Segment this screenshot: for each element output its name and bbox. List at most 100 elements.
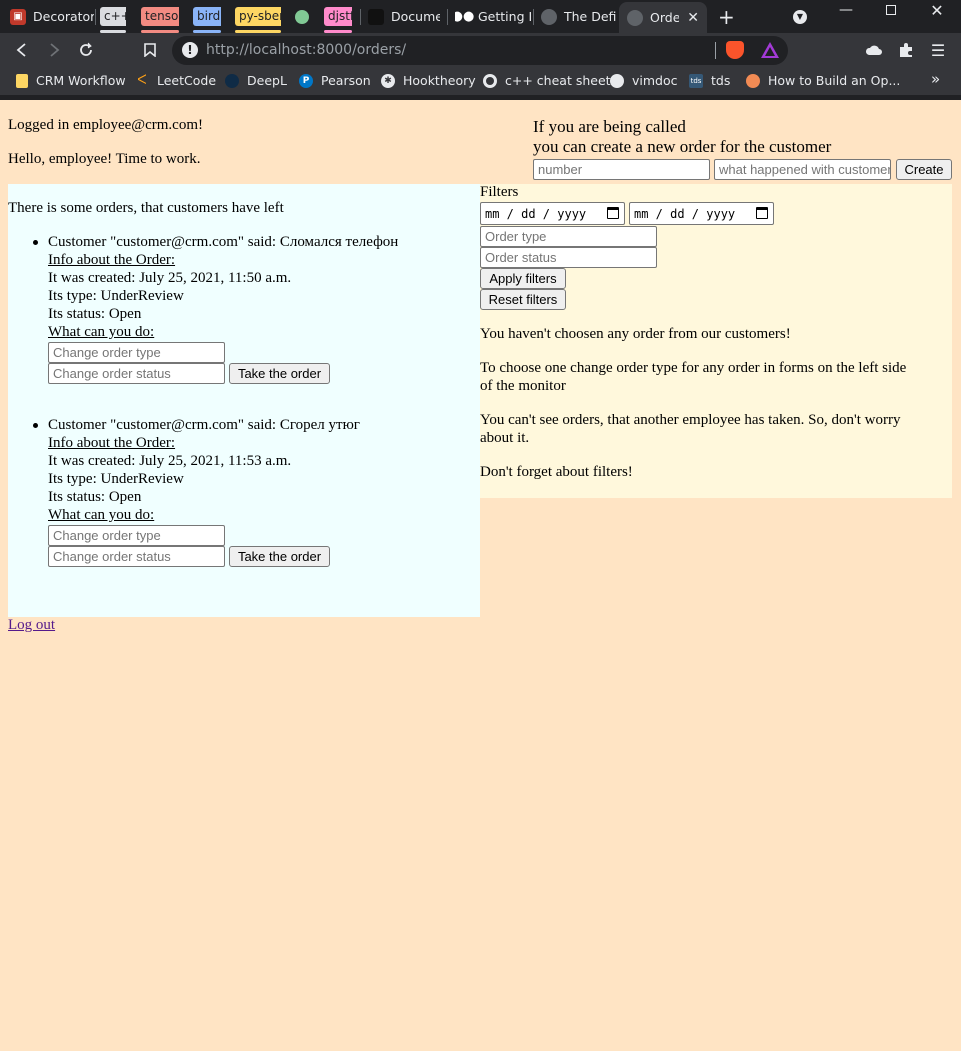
change-order-type-input[interactable]: Change order type bbox=[48, 342, 225, 363]
tab-group-bird[interactable]: bird bbox=[193, 0, 221, 33]
order-type-filter-input[interactable]: Order type bbox=[480, 226, 657, 247]
tab-label: The Defin bbox=[564, 9, 617, 24]
tab-group-cpp[interactable]: c++ bbox=[100, 0, 126, 33]
reload-button[interactable] bbox=[74, 38, 98, 62]
tab-search-button[interactable]: ▼ bbox=[793, 0, 809, 33]
take-order-button[interactable]: Take the order bbox=[229, 546, 330, 567]
tab-decorator[interactable]: ▣ Decorator bbox=[10, 0, 94, 33]
globe-icon bbox=[627, 9, 643, 26]
order-status: Its status: Open bbox=[48, 306, 142, 322]
tab-documentation[interactable]: Documen bbox=[368, 0, 440, 33]
tab-group-tensor[interactable]: tensor bbox=[141, 0, 179, 33]
create-order-button[interactable]: Create bbox=[896, 159, 952, 180]
leetcode-icon: ᐸ bbox=[137, 73, 147, 88]
tab-group-label: bird bbox=[193, 7, 221, 26]
tab-group-djstf[interactable]: djstf bbox=[324, 0, 352, 33]
tab-order-active[interactable]: Order ✕ bbox=[619, 2, 707, 33]
bookmark-cpp-cheat-sheet[interactable]: c++ cheat sheet bbox=[483, 73, 611, 88]
tab-the-defin[interactable]: The Defin bbox=[541, 0, 617, 33]
tab-getting-in[interactable]: ●● Getting In bbox=[455, 0, 531, 33]
tab-group-label: djstf bbox=[324, 7, 352, 26]
calendar-icon[interactable] bbox=[756, 207, 768, 219]
logged-in-text: Logged in employee@crm.com! bbox=[8, 117, 203, 133]
info-taken-line2: about it. bbox=[480, 430, 530, 446]
info-taken-line1: You can't see orders, that another emplo… bbox=[480, 412, 901, 428]
tab-group-label: c++ bbox=[100, 7, 126, 26]
order-description-input[interactable]: what happened with customer bbox=[714, 159, 891, 180]
change-order-status-input[interactable]: Change order status bbox=[48, 363, 225, 384]
back-button[interactable] bbox=[10, 38, 34, 62]
app-icon: ▣ bbox=[10, 8, 26, 25]
calendar-icon[interactable] bbox=[607, 207, 619, 219]
tab-group-green[interactable] bbox=[295, 0, 311, 33]
new-tab-button[interactable]: + bbox=[718, 0, 738, 33]
maximize-icon bbox=[886, 5, 896, 15]
pearson-icon: P bbox=[299, 73, 313, 88]
customer-number-input[interactable]: number bbox=[533, 159, 710, 180]
bullet bbox=[33, 423, 38, 428]
order-type: Its type: UnderReview bbox=[48, 471, 184, 487]
deepl-icon bbox=[225, 73, 239, 88]
reset-filters-button[interactable]: Reset filters bbox=[480, 289, 566, 310]
brave-rewards-icon[interactable] bbox=[760, 41, 780, 59]
bookmark-pearson[interactable]: P Pearson bbox=[299, 73, 371, 88]
more-bookmarks-button[interactable]: » bbox=[931, 70, 940, 88]
bookmark-tds[interactable]: tds tds bbox=[689, 73, 730, 88]
info-no-order: You haven't choosen any order from our c… bbox=[480, 326, 791, 342]
url-host: http://localhost bbox=[206, 42, 312, 58]
order-status-filter-input[interactable]: Order status bbox=[480, 247, 657, 268]
order-created: It was created: July 25, 2021, 11:50 a.m… bbox=[48, 270, 292, 286]
change-order-status-input[interactable]: Change order status bbox=[48, 546, 225, 567]
bookmark-hooktheory[interactable]: ✱ Hooktheory bbox=[381, 73, 476, 88]
close-tab-icon[interactable]: ✕ bbox=[687, 10, 699, 26]
brave-shield-icon[interactable] bbox=[726, 41, 744, 59]
apply-filters-button[interactable]: Apply filters bbox=[480, 268, 566, 289]
date-from-input[interactable]: mm / dd / yyyy bbox=[480, 202, 625, 225]
bookmark-vimdoc[interactable]: vimdoc bbox=[610, 73, 678, 88]
bookmark-label: LeetCode bbox=[157, 73, 217, 88]
back-arrow-icon bbox=[16, 43, 26, 57]
extensions-button[interactable] bbox=[894, 38, 918, 62]
maximize-button[interactable] bbox=[876, 0, 906, 20]
tab-separator bbox=[447, 9, 448, 25]
bookmark-label: How to Build an Op... bbox=[768, 73, 901, 88]
divider bbox=[715, 42, 716, 59]
date-to-input[interactable]: mm / dd / yyyy bbox=[629, 202, 774, 225]
github-icon bbox=[483, 73, 497, 88]
peach-icon bbox=[746, 73, 760, 88]
globe-icon bbox=[610, 73, 624, 88]
bookmark-icon bbox=[144, 43, 156, 57]
tab-separator bbox=[95, 9, 96, 25]
close-window-button[interactable]: ✕ bbox=[922, 0, 952, 20]
forward-button[interactable] bbox=[42, 38, 66, 62]
bookmark-label: c++ cheat sheet bbox=[505, 73, 611, 88]
tab-strip: ▣ Decorator c++ tensor bird py-sber djst… bbox=[0, 0, 961, 33]
bookmark-deepl[interactable]: DeepL bbox=[225, 73, 287, 88]
date-to-text: mm / dd / yyyy bbox=[634, 207, 736, 221]
menu-button[interactable]: ☰ bbox=[926, 38, 950, 62]
tab-group-label: tensor bbox=[141, 7, 179, 26]
hamburger-icon: ☰ bbox=[930, 40, 946, 60]
filters-title: Filters bbox=[480, 184, 519, 200]
filters-panel: Filters mm / dd / yyyy mm / dd / yyyy Or… bbox=[480, 184, 952, 498]
tab-group-dot-icon bbox=[295, 9, 309, 24]
change-order-type-input[interactable]: Change order type bbox=[48, 525, 225, 546]
order-said: Customer "customer@crm.com" said: Сломал… bbox=[48, 234, 399, 250]
cloud-extension-button[interactable] bbox=[862, 38, 886, 62]
bookmark-how-to-build[interactable]: How to Build an Op... bbox=[746, 73, 900, 88]
puzzle-icon bbox=[900, 43, 912, 57]
take-order-button[interactable]: Take the order bbox=[229, 363, 330, 384]
tab-group-py-sber[interactable]: py-sber bbox=[235, 0, 281, 33]
info-icon[interactable]: ! bbox=[182, 42, 198, 58]
bookmark-label: vimdoc bbox=[632, 73, 678, 88]
order-info-label: Info about the Order: bbox=[48, 435, 176, 451]
address-bar[interactable]: ! http://localhost:8000/orders/ bbox=[172, 36, 788, 65]
bookmark-button[interactable] bbox=[138, 38, 162, 62]
info-filters-reminder: Don't forget about filters! bbox=[480, 464, 633, 480]
minimize-button[interactable]: — bbox=[831, 0, 861, 20]
bookmark-leetcode[interactable]: ᐸ LeetCode bbox=[135, 73, 216, 88]
bookmark-crm-workflow[interactable]: CRM Workflow bbox=[16, 73, 126, 88]
minimize-icon: — bbox=[839, 2, 853, 18]
logout-link[interactable]: Log out bbox=[8, 617, 55, 634]
order-status: Its status: Open bbox=[48, 489, 142, 505]
